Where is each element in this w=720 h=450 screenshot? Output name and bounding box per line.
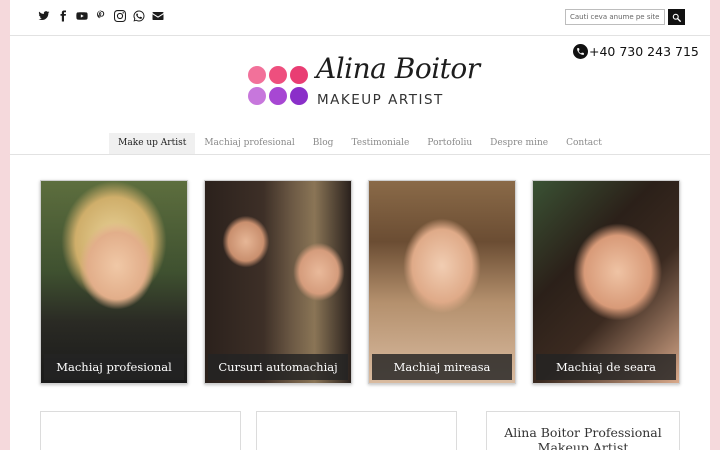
nav-item-despre-mine[interactable]: Despre mine <box>481 133 557 154</box>
content-box-left <box>40 411 241 450</box>
card-caption: Machiaj profesional <box>44 354 184 380</box>
service-cards: Machiaj profesional Cursuri automachiaj … <box>40 180 680 384</box>
nav-item-contact[interactable]: Contact <box>557 133 611 154</box>
whatsapp-icon[interactable] <box>133 9 145 23</box>
card-photo <box>533 181 679 383</box>
sidebar-box-title: Alina Boitor Professional Makeup Artist <box>504 425 662 450</box>
logo-dot <box>248 66 266 84</box>
phone-number: +40 730 243 715 <box>589 44 699 59</box>
card-photo <box>205 181 351 383</box>
nav-item-portofoliu[interactable]: Portofoliu <box>418 133 481 154</box>
card-caption: Machiaj mireasa <box>372 354 512 380</box>
nav-item-testimoniale[interactable]: Testimoniale <box>342 133 418 154</box>
content-box-middle <box>256 411 457 450</box>
search-input[interactable] <box>565 9 665 25</box>
main-nav: Make up Artist Machiaj profesional Blog … <box>10 133 710 155</box>
card-machiaj-profesional[interactable]: Machiaj profesional <box>40 180 188 384</box>
page: +40 730 243 715 Alina Boitor MAKEUP ARTI… <box>10 0 710 450</box>
search-form <box>565 9 685 25</box>
brand-name: Alina Boitor <box>316 52 480 85</box>
nav-item-machiaj-profesional[interactable]: Machiaj profesional <box>195 133 303 154</box>
nav-item-blog[interactable]: Blog <box>304 133 343 154</box>
card-machiaj-mireasa[interactable]: Machiaj mireasa <box>368 180 516 384</box>
logo-dot <box>269 66 287 84</box>
logo-dot <box>269 87 287 105</box>
youtube-icon[interactable] <box>76 9 88 23</box>
top-bar <box>10 0 710 36</box>
pinterest-icon[interactable] <box>95 9 107 23</box>
search-icon <box>672 13 681 22</box>
site-logo[interactable]: Alina Boitor MAKEUP ARTIST <box>248 50 480 112</box>
instagram-icon[interactable] <box>114 9 126 23</box>
card-photo <box>369 181 515 383</box>
logo-dot <box>248 87 266 105</box>
envelope-icon[interactable] <box>152 9 164 23</box>
brand-tagline: MAKEUP ARTIST <box>317 92 444 108</box>
twitter-icon[interactable] <box>38 9 50 23</box>
nav-item-make-up-artist[interactable]: Make up Artist <box>109 133 196 154</box>
card-cursuri-automachiaj[interactable]: Cursuri automachiaj <box>204 180 352 384</box>
logo-dot <box>290 66 308 84</box>
card-machiaj-de-seara[interactable]: Machiaj de seara <box>532 180 680 384</box>
phone-contact[interactable]: +40 730 243 715 <box>573 44 699 59</box>
phone-icon <box>573 44 588 59</box>
logo-dot <box>290 87 308 105</box>
card-caption: Machiaj de seara <box>536 354 676 380</box>
card-caption: Cursuri automachiaj <box>208 354 348 380</box>
card-photo <box>41 181 187 383</box>
facebook-icon[interactable] <box>57 9 69 23</box>
social-links <box>38 9 164 23</box>
search-button[interactable] <box>668 9 685 25</box>
logo-dots <box>248 66 308 105</box>
sidebar-box: Alina Boitor Professional Makeup Artist <box>486 411 680 450</box>
